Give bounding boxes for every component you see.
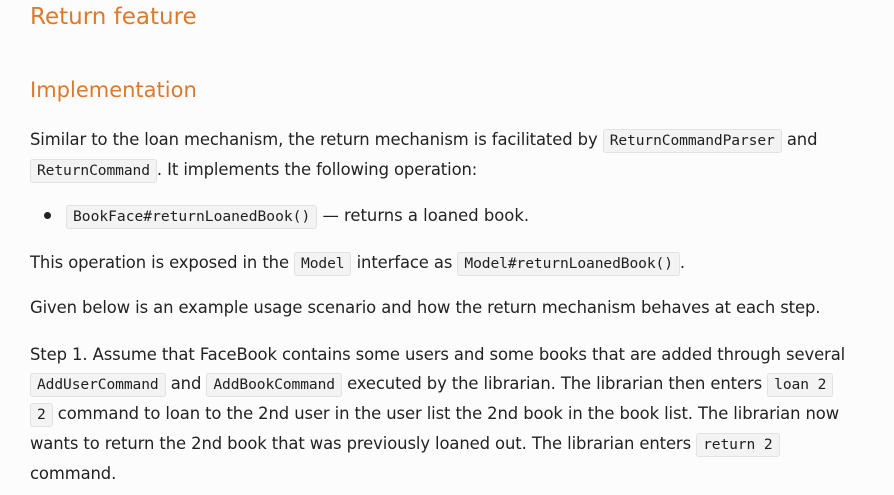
code-model: Model [294, 252, 352, 276]
exposed-paragraph: This operation is exposed in the Model i… [30, 248, 685, 278]
code-loan-part1: loan 2 [767, 373, 834, 397]
bullet-text: — returns a loaned book. [317, 206, 530, 225]
code-return-command-parser: ReturnCommandParser [602, 129, 782, 153]
intro-and: and [781, 130, 818, 149]
code-return: return 2 [696, 433, 780, 457]
step1-line2: executed by the librarian. The librarian… [341, 374, 768, 393]
exposed-text-3: . [679, 253, 685, 272]
intro-paragraph: Similar to the loan mechanism, the retur… [30, 125, 817, 185]
code-returnloanedbook: BookFace#returnLoanedBook() [66, 205, 318, 229]
operation-list: BookFace#returnLoanedBook() — returns a … [30, 201, 529, 231]
exposed-text-2: interface as [351, 253, 458, 272]
documentation-page: Return feature Implementation Similar to… [0, 0, 894, 495]
subsection-heading: Implementation [30, 78, 197, 102]
step1-line1: Step 1. Assume that FaceBook contains so… [30, 345, 846, 364]
step1-line3: command to loan to the 2nd user in the u… [52, 404, 840, 423]
code-return-command: ReturnCommand [30, 159, 157, 183]
code-addusercommand: AddUserCommand [30, 373, 166, 397]
intro-text: Similar to the loan mechanism, the retur… [30, 130, 603, 149]
step1-and: and [165, 374, 207, 393]
bullet-dot [44, 212, 51, 219]
step1-line5: command. [30, 464, 117, 483]
intro-text-2: . It implements the following operation: [156, 160, 478, 179]
list-item: BookFace#returnLoanedBook() — returns a … [30, 201, 529, 231]
code-addbookcommand: AddBookCommand [206, 373, 342, 397]
section-heading: Return feature [30, 4, 197, 30]
step1-line4: wants to return the 2nd book that was pr… [30, 434, 697, 453]
step1-paragraph: Step 1. Assume that FaceBook contains so… [30, 340, 845, 488]
code-loan-part2: 2 [30, 403, 53, 427]
code-model-method: Model#returnLoanedBook() [457, 252, 680, 276]
exposed-text-1: This operation is exposed in the [30, 253, 295, 272]
scenario-paragraph: Given below is an example usage scenario… [30, 298, 821, 317]
